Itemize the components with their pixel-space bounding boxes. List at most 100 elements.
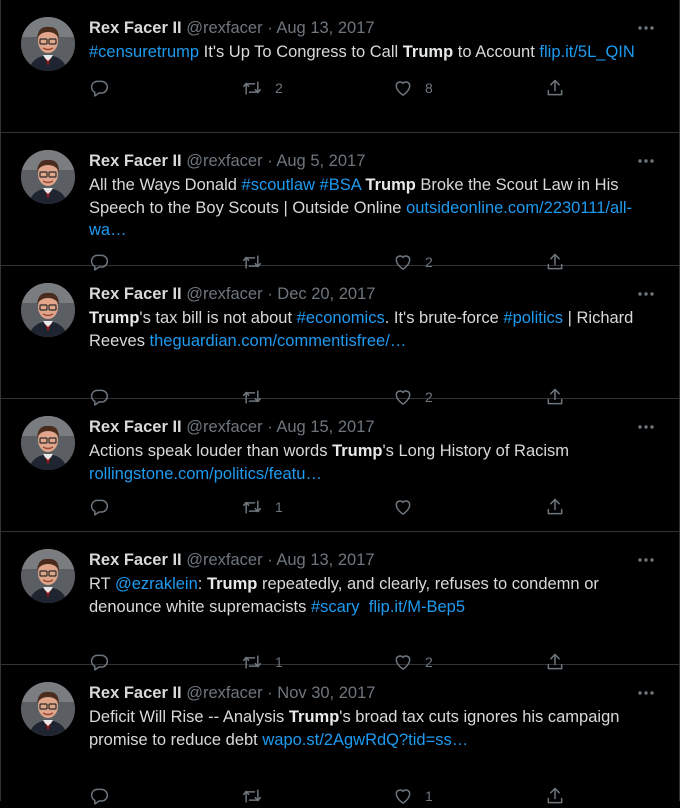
author-handle[interactable]: @rexfacer bbox=[186, 19, 262, 37]
retweet-count: 1 bbox=[275, 499, 283, 515]
avatar[interactable] bbox=[21, 682, 75, 736]
author-name[interactable]: Rex Facer II bbox=[89, 418, 182, 436]
tweet-link[interactable]: rollingstone.com/politics/featu… bbox=[89, 465, 322, 483]
tweet[interactable]: Rex Facer II @rexfacer · Nov 30, 2017 De… bbox=[1, 665, 679, 805]
more-icon[interactable] bbox=[635, 685, 657, 701]
tweet-actions: 1 bbox=[89, 495, 659, 519]
author-handle[interactable]: @rexfacer bbox=[186, 684, 262, 702]
share-icon bbox=[545, 78, 565, 98]
tweet-bold-text: Trump bbox=[89, 309, 140, 327]
tweet[interactable]: Rex Facer II @rexfacer · Aug 13, 2017 RT… bbox=[1, 532, 679, 671]
avatar-image bbox=[21, 17, 75, 71]
more-icon[interactable] bbox=[635, 20, 657, 36]
heart-icon bbox=[393, 78, 413, 98]
author-name[interactable]: Rex Facer II bbox=[89, 551, 182, 569]
avatar-image bbox=[21, 150, 75, 204]
tweet-bold-text: Trump bbox=[332, 442, 383, 460]
tweet-date[interactable]: Aug 15, 2017 bbox=[276, 418, 374, 436]
avatar[interactable] bbox=[21, 17, 75, 71]
reply-button[interactable] bbox=[89, 495, 121, 519]
tweet-text: Trump's tax bill is not about #economics… bbox=[89, 307, 657, 352]
retweet-button[interactable]: 1 bbox=[241, 495, 283, 519]
tweet-text-segment: 's Long History of Racism bbox=[382, 442, 574, 460]
author-name[interactable]: Rex Facer II bbox=[89, 19, 182, 37]
tweet-bold-text: Trump bbox=[365, 176, 416, 194]
retweet-button[interactable]: 2 bbox=[241, 76, 283, 100]
share-icon bbox=[545, 497, 565, 517]
tweet-date[interactable]: Aug 13, 2017 bbox=[276, 19, 374, 37]
share-button[interactable] bbox=[545, 784, 565, 808]
tweet-text-segment: Deficit Will Rise -- Analysis bbox=[89, 708, 289, 726]
tweet-link[interactable]: @ezraklein bbox=[115, 575, 198, 593]
retweet-icon bbox=[241, 786, 263, 806]
tweet-header: Rex Facer II @rexfacer · Nov 30, 2017 bbox=[89, 682, 375, 704]
more-icon[interactable] bbox=[635, 552, 657, 568]
more-icon[interactable] bbox=[635, 419, 657, 435]
reply-icon bbox=[89, 78, 109, 98]
reply-icon bbox=[89, 497, 109, 517]
tweet-link[interactable]: flip.it/5L_QIN bbox=[539, 43, 634, 61]
tweet-header: Rex Facer II @rexfacer · Dec 20, 2017 bbox=[89, 283, 375, 305]
tweet[interactable]: Rex Facer II @rexfacer · Aug 15, 2017 Ac… bbox=[1, 399, 679, 532]
dot-separator: · bbox=[267, 152, 273, 170]
tweet-text-segment: : bbox=[197, 575, 207, 593]
share-button[interactable] bbox=[545, 495, 565, 519]
author-handle[interactable]: @rexfacer bbox=[186, 418, 262, 436]
heart-icon bbox=[393, 497, 413, 517]
tweet-actions: 1 bbox=[89, 784, 659, 808]
avatar-image bbox=[21, 682, 75, 736]
retweet-icon bbox=[241, 78, 263, 98]
like-button[interactable]: 8 bbox=[393, 76, 433, 100]
author-name[interactable]: Rex Facer II bbox=[89, 285, 182, 303]
avatar[interactable] bbox=[21, 150, 75, 204]
like-count: 8 bbox=[425, 80, 433, 96]
more-icon[interactable] bbox=[635, 153, 657, 169]
tweet-link[interactable]: #BSA bbox=[320, 176, 361, 194]
tweet[interactable]: Rex Facer II @rexfacer · Aug 5, 2017 All… bbox=[1, 133, 679, 271]
author-handle[interactable]: @rexfacer bbox=[186, 551, 262, 569]
like-button[interactable] bbox=[393, 495, 425, 519]
tweet-link[interactable]: #censuretrump bbox=[89, 43, 199, 61]
tweet-text: Deficit Will Rise -- Analysis Trump's br… bbox=[89, 706, 657, 751]
retweet-count: 2 bbox=[275, 80, 283, 96]
author-handle[interactable]: @rexfacer bbox=[186, 285, 262, 303]
tweet-text-segment: All the Ways Donald bbox=[89, 176, 242, 194]
retweet-button[interactable] bbox=[241, 784, 275, 808]
tweet-link[interactable]: #scoutlaw bbox=[242, 176, 315, 194]
avatar[interactable] bbox=[21, 283, 75, 337]
tweet-date[interactable]: Aug 5, 2017 bbox=[276, 152, 365, 170]
tweet[interactable]: Rex Facer II @rexfacer · Dec 20, 2017 Tr… bbox=[1, 266, 679, 406]
heart-icon bbox=[393, 786, 413, 806]
tweet-date[interactable]: Nov 30, 2017 bbox=[277, 684, 375, 702]
author-handle[interactable]: @rexfacer bbox=[186, 152, 262, 170]
avatar[interactable] bbox=[21, 549, 75, 603]
tweet-text: #censuretrump It's Up To Congress to Cal… bbox=[89, 41, 657, 64]
tweet-text-segment: 's tax bill is not about bbox=[139, 309, 297, 327]
tweet-bold-text: Trump bbox=[402, 43, 454, 61]
tweet-link[interactable]: #economics bbox=[297, 309, 385, 327]
avatar[interactable] bbox=[21, 416, 75, 470]
tweet-text: RT @ezraklein: Trump repeatedly, and cle… bbox=[89, 573, 657, 618]
tweet-timeline: Rex Facer II @rexfacer · Aug 13, 2017 #c… bbox=[0, 0, 680, 805]
share-button[interactable] bbox=[545, 76, 565, 100]
dot-separator: · bbox=[267, 684, 273, 702]
tweet-date[interactable]: Aug 13, 2017 bbox=[276, 551, 374, 569]
reply-button[interactable] bbox=[89, 76, 121, 100]
tweet-text-segment: to Account bbox=[453, 43, 540, 61]
dot-separator: · bbox=[267, 418, 273, 436]
tweet-date[interactable]: Dec 20, 2017 bbox=[277, 285, 375, 303]
tweet-link[interactable]: wapo.st/2AgwRdQ?tid=ss… bbox=[262, 731, 468, 749]
reply-button[interactable] bbox=[89, 784, 121, 808]
tweet-link[interactable]: theguardian.com/commentisfree/… bbox=[150, 332, 407, 350]
avatar-image bbox=[21, 416, 75, 470]
author-name[interactable]: Rex Facer II bbox=[89, 152, 182, 170]
author-name[interactable]: Rex Facer II bbox=[89, 684, 182, 702]
tweet-link[interactable]: #politics bbox=[503, 309, 563, 327]
tweet-text: Actions speak louder than words Trump's … bbox=[89, 440, 657, 485]
tweet-link[interactable]: flip.it/M-Bep5 bbox=[369, 598, 465, 616]
like-button[interactable]: 1 bbox=[393, 784, 433, 808]
tweet-link[interactable]: #scary bbox=[311, 598, 360, 616]
more-icon[interactable] bbox=[635, 286, 657, 302]
tweet[interactable]: Rex Facer II @rexfacer · Aug 13, 2017 #c… bbox=[1, 0, 679, 133]
avatar-image bbox=[21, 283, 75, 337]
